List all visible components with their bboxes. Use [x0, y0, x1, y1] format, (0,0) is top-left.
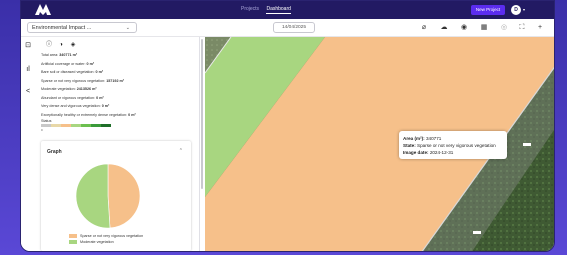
tooltip-label: State: [403, 143, 416, 148]
grid-icon[interactable]: ▦ [479, 23, 489, 33]
avatar[interactable]: D [511, 5, 521, 15]
status-label: Status [41, 119, 52, 123]
scale-swatch [91, 124, 101, 127]
scale-swatch [101, 124, 111, 127]
scale-swatch [61, 124, 71, 127]
map-marker[interactable] [523, 143, 531, 146]
graph-title: Graph [47, 149, 62, 155]
stat-label: Very dense and vigorous vegetation: [41, 104, 101, 108]
tooltip-label: Image date: [403, 150, 429, 155]
panel-scrollbar[interactable] [201, 39, 203, 189]
app-logo [35, 4, 51, 15]
tooltip-state: State: Sparse or not very vigorous veget… [403, 142, 503, 149]
globe-icon[interactable]: ◉ [459, 23, 469, 33]
stat-value: 2413526 m² [76, 87, 97, 91]
legend-label: Sparse or not very vigorous vegetation [80, 234, 144, 238]
stat-value: 0 m² [128, 112, 136, 117]
stat-abundant: Abundant or vigorous vegetation: 0 m² [41, 94, 191, 103]
status-tick: 0 [41, 128, 43, 132]
info-icon[interactable]: ⓘ [45, 41, 53, 49]
pie-slice-sparse[interactable] [107, 163, 141, 229]
cloud-icon[interactable]: ☁ [439, 23, 449, 33]
stat-label: Exceptionally healthy or extremely dense… [41, 112, 128, 117]
side-rail: ⊡ ıl < [21, 37, 35, 251]
contrast-icon[interactable]: ◑ [57, 41, 65, 49]
pie-legend: Sparse or not very vigorous vegetation M… [69, 233, 143, 245]
stat-label: Total area: [41, 53, 59, 57]
stat-value: 0 m² [86, 61, 95, 66]
scale-swatch [41, 124, 51, 127]
tooltip-label: Area (m²): [403, 136, 425, 141]
map-marker[interactable] [473, 231, 481, 234]
legend-swatch [69, 240, 77, 244]
project-select[interactable]: Environmental Impact ... ⌄ [27, 22, 137, 33]
layers-icon[interactable]: ◈ [69, 41, 77, 49]
stat-artificial: Artificial coverage or water: 0 m² [41, 60, 191, 69]
zoom-out-icon[interactable]: − [551, 23, 555, 33]
pie-chart [75, 163, 141, 229]
stat-value: 157192 m² [106, 78, 125, 83]
date-field[interactable]: 14/04/2025 [273, 22, 315, 33]
stat-value: 0 m² [95, 70, 104, 74]
ruler-icon[interactable]: ⌀ [419, 23, 429, 33]
panel-toggle-icon[interactable]: ⊡ [23, 41, 33, 51]
tooltip-value: 340771 [425, 136, 442, 141]
chart-icon[interactable]: ıl [23, 65, 33, 75]
stats-list: Total area: 340771 m² Artificial coverag… [41, 51, 191, 132]
stat-total-area: Total area: 340771 m² [41, 51, 191, 60]
nav-dashboard[interactable]: Dashboard [266, 6, 291, 14]
stat-exceptional: Exceptionally healthy or extremely dense… [41, 111, 191, 120]
tooltip-value: 2024-12-31 [429, 150, 454, 155]
tooltip-value: Sparse or not very vigorous vegetation [417, 143, 496, 148]
nav-projects[interactable]: Projects [241, 6, 259, 12]
stat-moderate: Moderate vegetation: 2413526 m² [41, 85, 191, 94]
legend-swatch [69, 234, 77, 238]
legend-item-moderate: Moderate vegetation [69, 239, 143, 245]
toolbar: Environmental Impact ... ⌄ 14/04/2025 ⌀ … [21, 19, 554, 37]
app-window: Projects Dashboard New Project D ▾ Envir… [20, 0, 555, 252]
info-panel: ⓘ ◑ ◈ Total area: 340771 m² Artificial c… [35, 37, 200, 251]
stat-label: Moderate vegetation: [41, 87, 76, 91]
top-navbar: Projects Dashboard New Project D ▾ [21, 1, 554, 19]
chevron-down-icon: ⌄ [125, 25, 130, 31]
share-icon[interactable]: < [23, 87, 33, 97]
project-select-value: Environmental Impact ... [32, 25, 92, 31]
stat-sparse: Sparse or not very vigorous vegetation: … [41, 77, 191, 86]
stat-label: Artificial coverage or water: [41, 61, 86, 66]
tooltip-area: Area (m²): 340771 [403, 135, 503, 142]
scale-swatch [51, 124, 61, 127]
map-tooltip: Area (m²): 340771 State: Sparse or not v… [399, 131, 507, 159]
legend-label: Moderate vegetation [80, 240, 114, 244]
status-color-scale [41, 124, 111, 127]
tooltip-date: Image date: 2024-12-31 [403, 149, 503, 156]
main-nav: Projects Dashboard [241, 6, 297, 14]
new-project-button[interactable]: New Project [471, 5, 505, 15]
stat-value: 0 m² [96, 95, 104, 100]
fullscreen-icon[interactable]: ⛶ [517, 23, 527, 33]
scale-swatch [81, 124, 91, 127]
zoom-in-icon[interactable]: + [535, 23, 545, 33]
stat-label: Bare soil or diseased vegetation: [41, 70, 95, 74]
stat-very-dense: Very dense and vigorous vegetation: 0 m² [41, 102, 191, 111]
stat-bare-soil: Bare soil or diseased vegetation: 0 m² [41, 68, 191, 77]
stat-value: 0 m² [101, 104, 110, 108]
graph-card: Graph ⌃ Sparse or not very vigorous vege… [41, 141, 191, 251]
chevron-down-icon[interactable]: ▾ [523, 7, 525, 12]
eye-icon[interactable]: ◎ [499, 23, 509, 33]
stat-label: Abundant or vigorous vegetation: [41, 95, 96, 100]
pie-slice-moderate[interactable] [75, 163, 111, 229]
stat-value: 340771 m² [59, 53, 78, 57]
scale-swatch [71, 124, 81, 127]
stat-label: Sparse or not very vigorous vegetation: [41, 78, 106, 83]
chevron-up-icon[interactable]: ⌃ [179, 148, 183, 154]
